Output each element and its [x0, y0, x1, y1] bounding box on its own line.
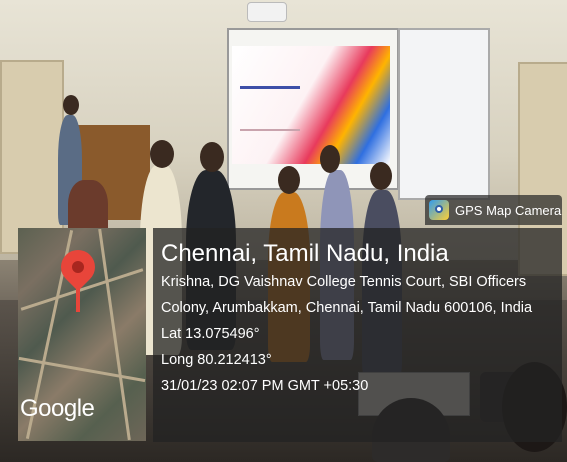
map-attribution: Google [20, 395, 95, 422]
map-pin-tail [76, 284, 80, 312]
location-map-thumbnail: Google [18, 228, 146, 441]
person-3-head [200, 142, 224, 172]
person-6-head [370, 162, 392, 190]
longitude: Long 80.212413° [161, 352, 272, 368]
person-1-head [63, 95, 79, 115]
address-line-2: Colony, Arumbakkam, Chennai, Tamil Nadu … [161, 300, 533, 316]
ceiling-projector [247, 2, 287, 22]
latitude: Lat 13.075496° [161, 326, 260, 342]
timestamp: 31/01/23 02:07 PM GMT +05:30 [161, 378, 369, 394]
camera-pin-icon [429, 200, 449, 220]
event-photo: GPS Map Camera Google Chennai, Tamil Nad… [0, 0, 567, 462]
location-info-overlay: Chennai, Tamil Nadu, India Krishna, DG V… [153, 228, 562, 442]
person-4-head [278, 166, 300, 194]
person-2-head [150, 140, 174, 168]
person-5-head [320, 145, 340, 173]
location-city: Chennai, Tamil Nadu, India [161, 240, 449, 267]
address-line-1: Krishna, DG Vaishnav College Tennis Cour… [161, 274, 527, 290]
whiteboard [398, 28, 490, 200]
gps-badge-title: GPS Map Camera [455, 202, 562, 218]
slide-text-block [240, 86, 300, 131]
map-road [98, 228, 131, 441]
left-door [0, 60, 64, 254]
gps-map-camera-badge: GPS Map Camera [425, 195, 562, 225]
